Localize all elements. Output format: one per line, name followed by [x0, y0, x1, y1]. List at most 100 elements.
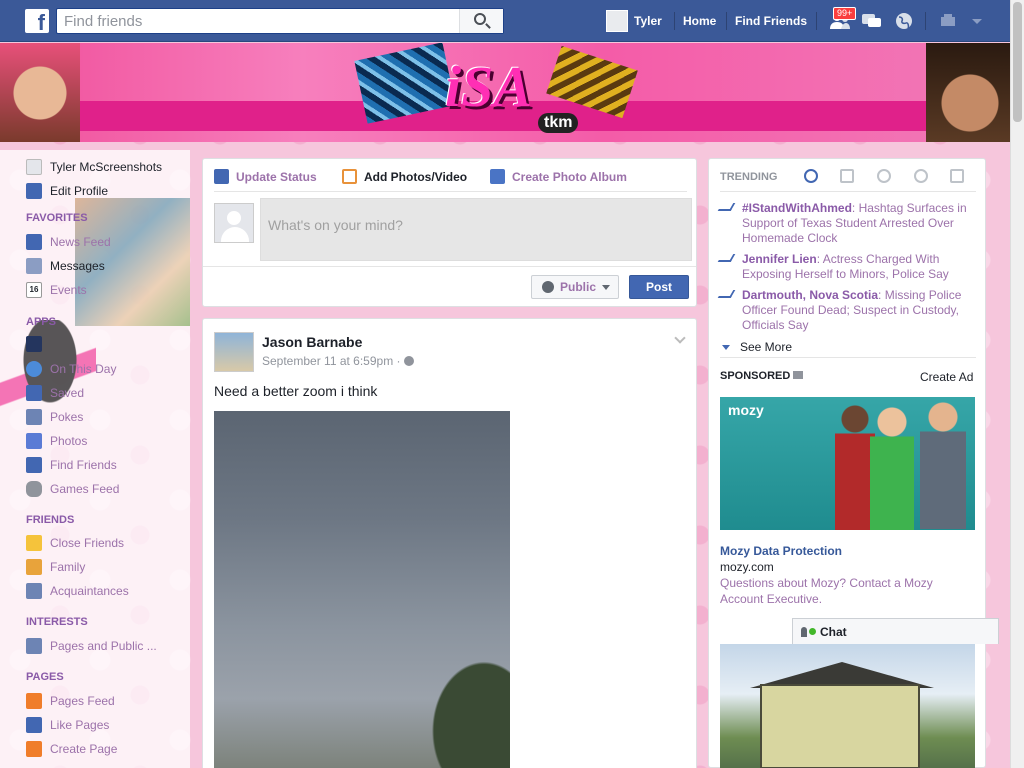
gamepad-icon: [26, 481, 42, 497]
left-sidebar: Tyler McScreenshots Edit Profile FAVORIT…: [0, 150, 190, 768]
album-icon: [490, 169, 505, 184]
list-icon: [26, 638, 42, 654]
sidebar-item-events[interactable]: 16 Events: [26, 281, 87, 299]
cover-image: iSA tkm: [0, 43, 1010, 142]
calendar-icon: 16: [26, 282, 42, 298]
sidebar-item-news-feed[interactable]: News Feed: [26, 233, 111, 251]
ad-house: [760, 684, 920, 768]
friends-header: FRIENDS: [26, 514, 75, 526]
right-sidebar: TRENDING #IStandWithAhmed: Hashtag Surfa…: [708, 158, 986, 768]
science-gear-icon[interactable]: [877, 169, 891, 183]
flag-icon: [26, 693, 42, 709]
house-icon: [26, 559, 42, 575]
sidebar-item-photos[interactable]: Photos: [26, 432, 87, 450]
sidebar-item-messages[interactable]: Messages: [26, 257, 105, 275]
scrollbar-thumb[interactable]: [1013, 2, 1022, 122]
post-button[interactable]: Post: [629, 275, 689, 299]
online-dot-icon: [809, 628, 816, 635]
sidebar-item-family[interactable]: Family: [26, 558, 85, 576]
globe-icon: [542, 281, 554, 293]
nav-divider: [925, 12, 926, 30]
apps-header: APPS: [26, 316, 56, 328]
sidebar-item-pages-feed[interactable]: Pages Feed: [26, 692, 115, 710]
sidebar-item-pokes[interactable]: Pokes: [26, 408, 83, 426]
favorites-header: FAVORITES: [26, 212, 88, 224]
create-ad-link[interactable]: Create Ad: [920, 370, 973, 384]
sidebar-item-create-page[interactable]: Create Page: [26, 740, 117, 758]
find-friends-link[interactable]: Find Friends: [735, 14, 807, 28]
account-menu-chevron-icon[interactable]: [966, 11, 988, 31]
sidebar-item-app-dots[interactable]: [26, 335, 50, 353]
search-input[interactable]: [57, 9, 459, 33]
nav-divider: [674, 12, 675, 30]
sidebar-item-edit-profile[interactable]: Edit Profile: [26, 182, 108, 200]
avatar: [606, 10, 628, 32]
search-icon: [474, 13, 486, 25]
divider: [214, 191, 687, 192]
scrollbar[interactable]: [1010, 0, 1024, 768]
photo-tree: [424, 651, 510, 768]
sidebar-item-find-friends[interactable]: Find Friends: [26, 456, 117, 474]
user-name: Tyler: [634, 14, 662, 28]
ad-image[interactable]: [720, 644, 975, 768]
ad-image[interactable]: mozy: [720, 397, 975, 530]
privacy-selector[interactable]: Public: [531, 275, 619, 299]
trending-header: TRENDING: [720, 171, 778, 183]
privacy-shortcuts-icon[interactable]: [938, 11, 960, 31]
sidebar-item-acquaintances[interactable]: Acquaintances: [26, 582, 129, 600]
messages-icon[interactable]: [861, 11, 883, 31]
sidebar-item-saved[interactable]: Saved: [26, 384, 84, 402]
person-icon: [801, 626, 807, 637]
ad-title[interactable]: Mozy Data Protection: [720, 544, 842, 558]
bookmark-icon: [26, 385, 42, 401]
sidebar-item-pages-public[interactable]: Pages and Public ...: [26, 637, 157, 655]
tab-update-status[interactable]: Update Status: [214, 169, 317, 184]
cover-logo: iSA: [445, 54, 533, 119]
friends-icon: [26, 457, 42, 473]
avatar: [214, 203, 254, 243]
ad-person: [920, 399, 966, 529]
trending-top-icon[interactable]: [804, 169, 818, 183]
sidebar-item-close-friends[interactable]: Close Friends: [26, 534, 124, 552]
facebook-logo-icon[interactable]: f: [25, 9, 49, 33]
cover-person-left: [0, 43, 80, 142]
cover-person-right: [926, 43, 1010, 142]
plus-icon: [26, 741, 42, 757]
politics-icon[interactable]: [840, 169, 854, 183]
tab-add-photos[interactable]: Add Photos/Video: [342, 169, 467, 184]
ad-description[interactable]: Questions about Mozy? Contact a Mozy Acc…: [720, 575, 960, 607]
sidebar-item-profile[interactable]: Tyler McScreenshots: [26, 158, 162, 176]
avatar: [26, 159, 42, 175]
trending-arrow-icon: [717, 203, 736, 211]
story-photo[interactable]: [214, 411, 510, 768]
notifications-globe-icon[interactable]: [893, 11, 915, 31]
entertainment-camera-icon[interactable]: [950, 169, 964, 183]
sports-ball-icon[interactable]: [914, 169, 928, 183]
sidebar-item-games-feed[interactable]: Games Feed: [26, 480, 119, 498]
story-timestamp[interactable]: September 11 at 6:59pm ·: [262, 354, 414, 368]
caret-down-icon: [722, 344, 730, 350]
thumbs-up-icon: [26, 717, 42, 733]
divider: [720, 191, 976, 192]
sidebar-item-like-pages[interactable]: Like Pages: [26, 716, 109, 734]
sponsored-header: SPONSORED: [720, 370, 804, 382]
story-author[interactable]: Jason Barnabe: [262, 334, 362, 350]
ad-url[interactable]: mozy.com: [720, 560, 774, 574]
megaphone-icon: [793, 371, 804, 379]
avatar[interactable]: [214, 332, 254, 372]
ad-person: [870, 402, 914, 530]
feed-story: Jason Barnabe September 11 at 6:59pm · N…: [202, 318, 697, 768]
home-link[interactable]: Home: [683, 14, 716, 28]
chat-bar[interactable]: Chat: [792, 618, 999, 644]
status-composer: Update Status Add Photos/Video Create Ph…: [202, 158, 697, 307]
pencil-icon: [214, 169, 229, 184]
interests-header: INTERESTS: [26, 616, 88, 628]
status-input[interactable]: What's on your mind?: [260, 198, 692, 261]
profile-link[interactable]: Tyler: [606, 10, 662, 32]
see-more-link[interactable]: See More: [722, 340, 792, 354]
sidebar-item-on-this-day[interactable]: On This Day: [26, 360, 116, 378]
poke-hand-icon: [26, 409, 42, 425]
tab-create-album[interactable]: Create Photo Album: [490, 169, 627, 184]
chevron-down-icon[interactable]: [674, 332, 686, 344]
search-button[interactable]: [459, 9, 503, 33]
